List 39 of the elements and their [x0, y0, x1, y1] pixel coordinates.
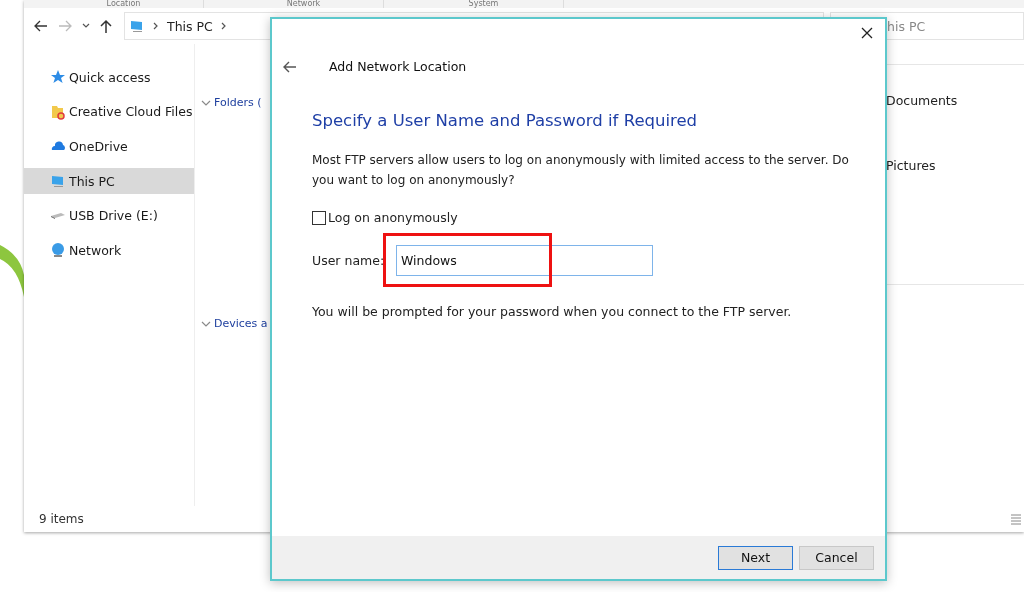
folder-name[interactable]: Pictures	[886, 159, 1024, 173]
drive-icon	[50, 212, 66, 220]
breadcrumb[interactable]: This PC	[167, 18, 213, 34]
folder-name[interactable]: Documents	[886, 94, 1024, 108]
checkbox[interactable]	[312, 210, 326, 225]
dialog-button[interactable]: Cancel	[799, 545, 874, 570]
sidebar-item[interactable]: This PC	[24, 168, 194, 195]
page-heading: Specify a User Name and Password if Required	[312, 111, 699, 130]
chevron-icon	[153, 22, 159, 30]
group-header[interactable]: Folders (	[201, 96, 271, 109]
field-label: User name:	[312, 253, 386, 268]
sidebar-item[interactable]: USB Drive (E:)	[24, 202, 194, 229]
star-icon	[50, 69, 66, 85]
group-header[interactable]: Devices a	[201, 317, 271, 330]
description-text: Most FTP servers allow users to log on anonymously with limited access to the server. Do you want to log on anonymously?	[312, 152, 850, 189]
user-name-field[interactable]: Windows	[396, 245, 653, 276]
close-button[interactable]	[859, 25, 875, 41]
network-icon	[50, 242, 66, 259]
dialog-button[interactable]: Next	[718, 545, 793, 570]
sidebar-item[interactable]: Creative Cloud Files	[24, 98, 194, 125]
chevron-icon	[220, 22, 227, 30]
item-count: 9 items	[39, 512, 84, 526]
dialog-title: Add Network Location	[329, 59, 467, 75]
computer-icon	[129, 18, 145, 34]
sidebar-item[interactable]: Quick access	[24, 64, 194, 90]
back-button[interactable]	[281, 59, 299, 75]
computer-icon	[50, 173, 66, 190]
column-header[interactable]: System	[404, 0, 564, 8]
back-button[interactable]	[32, 18, 50, 34]
up-button[interactable]	[98, 17, 114, 35]
folder-icon	[50, 103, 66, 120]
column-header[interactable]: Network	[224, 0, 384, 8]
search-placeholder: his PC	[887, 18, 926, 34]
password-note: You will be prompted for your password when you connect to the FTP server.	[312, 304, 793, 319]
group-title: Devices a	[214, 317, 268, 330]
sidebar-item[interactable]: Network	[24, 237, 194, 264]
column-header[interactable]: Location	[44, 0, 204, 8]
sidebar-item[interactable]: OneDrive	[24, 133, 194, 160]
group-title: Folders (	[214, 96, 262, 109]
